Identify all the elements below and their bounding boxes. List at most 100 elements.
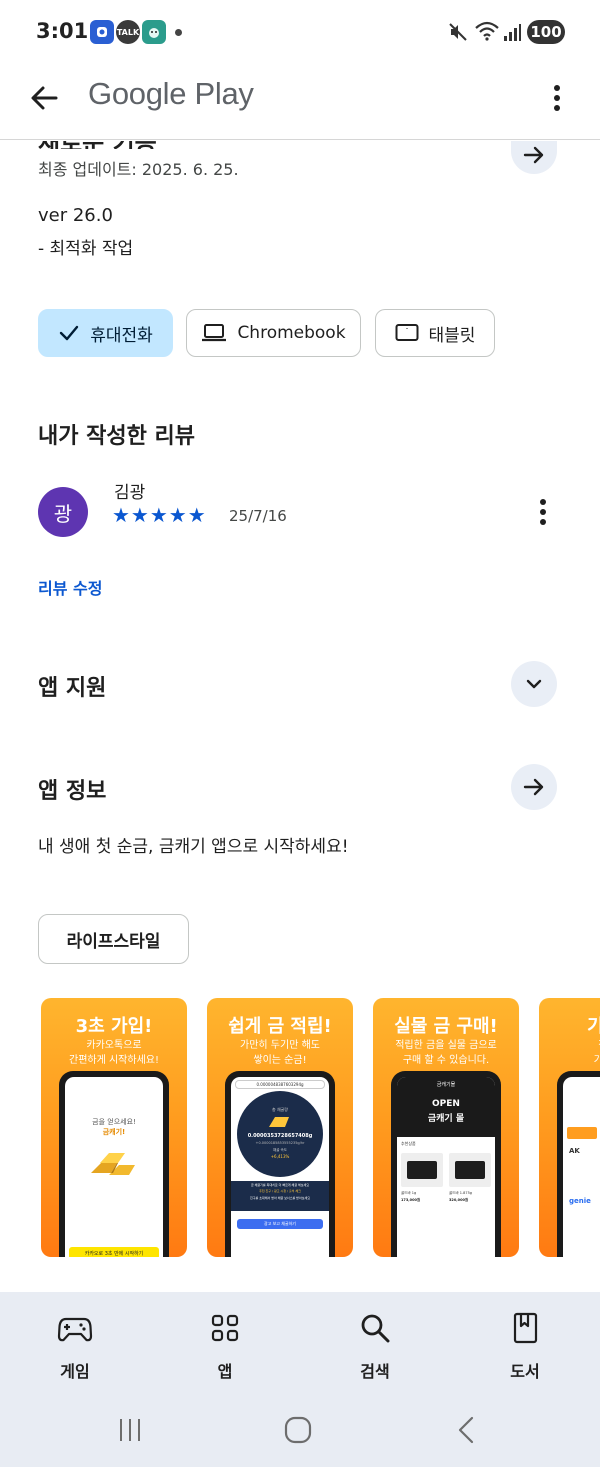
game-notification-icon: [142, 20, 166, 44]
tablet-icon: [395, 324, 419, 341]
app-description: 내 생애 첫 순금, 금캐기 앱으로 시작하세요!: [38, 837, 349, 857]
screen-text: 금 채굴기를 최대치로 더 빠르게 채굴 해보세요: [250, 1183, 310, 1187]
screen-top-value: 0.0000048387603294g: [235, 1080, 325, 1089]
screen-text: AK: [569, 1147, 580, 1155]
battery-indicator: 100: [527, 20, 565, 44]
nav-games-label: 게임: [60, 1362, 90, 1381]
screenshot-2[interactable]: 쉽게 금 적립! 가만히 두기만 해도 쌓이는 순금! 0.0000048387…: [207, 998, 353, 1257]
screenshot-title: 3초 가입!: [75, 1016, 153, 1037]
kakao-start-button: 카카오로 3초 만에 시작하기: [69, 1247, 159, 1257]
recent-apps-icon[interactable]: [116, 1417, 144, 1443]
app-support-title: 앱 지원: [38, 676, 107, 701]
version-text: ver 26.0: [38, 205, 113, 226]
battery-level: 100: [530, 23, 562, 41]
signal-icon: [504, 24, 521, 41]
my-review-title: 내가 작성한 리뷰: [38, 424, 195, 449]
screenshot-subtitle-line: 구매 할 수 있습니다.: [402, 1055, 490, 1066]
avatar: 광: [38, 487, 88, 537]
phone-screen: 금캐기몰 OPEN 금캐기 몰 추천상품 골드바 1g 골드바 1.875g 1…: [397, 1077, 495, 1257]
product-image: [401, 1153, 443, 1187]
screen-text: 금캐기!: [102, 1128, 126, 1136]
chip-phone[interactable]: 휴대전화: [38, 309, 173, 357]
edit-review-link[interactable]: 리뷰 수정: [38, 575, 102, 599]
phone-screen: 금을 얻으세요! 금캐기! 카카오로 3초 만에 시작하기: [65, 1077, 163, 1257]
whats-new-arrow-button[interactable]: [511, 141, 557, 174]
nav-books-label: 도서: [510, 1362, 540, 1381]
screen-text: 금캐기 몰: [427, 1114, 465, 1124]
arrow-forward-icon: [523, 778, 544, 796]
phone-mockup: AK genie: [557, 1071, 600, 1257]
system-back-icon[interactable]: [455, 1416, 477, 1444]
home-icon[interactable]: [284, 1416, 312, 1444]
chip-chromebook-label: Chromebook: [237, 323, 346, 343]
wifi-icon: [475, 21, 499, 41]
screenshot-subtitle: 적립한 금을 실물 금으로 구매 할 수 있습니다.: [373, 1038, 519, 1068]
watch-ad-button: 광고 보고 채굴하기: [237, 1219, 323, 1229]
reviewer-name: 김광: [114, 483, 146, 503]
status-bar: 3:01 TALK 100: [0, 0, 600, 66]
mall-banner: 금캐기몰 OPEN 금캐기 몰: [397, 1077, 495, 1137]
more-options-button[interactable]: [540, 80, 574, 116]
mining-circle: 총 채굴량 0.0000353728657408g +0.00001858535…: [237, 1091, 323, 1177]
screenshot-subtitle: 카카오톡으로 간편하게 시작하세요!: [41, 1038, 187, 1068]
screenshot-subtitle-line: 쌓이는 순금!: [253, 1055, 307, 1066]
screenshot-1[interactable]: 3초 가입! 카카오톡으로 간편하게 시작하세요! 금을 얻으세요! 금캐기! …: [41, 998, 187, 1257]
screenshot-3[interactable]: 실물 금 구매! 적립한 금을 실물 금으로 구매 할 수 있습니다. 금캐기몰…: [373, 998, 519, 1257]
status-time: 3:01: [36, 19, 89, 43]
app-title: Google Play: [88, 76, 254, 111]
review-more-button[interactable]: [530, 497, 556, 527]
check-icon: [60, 325, 79, 341]
screen-text: 173,000원: [401, 1198, 421, 1202]
screenshot-subtitle-line: 가만히 두기만 해도: [240, 1040, 320, 1051]
phone-screen: AK genie: [563, 1077, 600, 1257]
screenshot-subtitle: 적립한 기프티콘: [539, 1038, 600, 1068]
nav-apps-label: 앱: [217, 1362, 233, 1381]
screen-text: +0.0000185853555235g/hr: [255, 1141, 305, 1145]
screenshot-title: 쉽게 금 적립!: [228, 1016, 332, 1037]
app-support-expand-button[interactable]: [511, 661, 557, 707]
screen-value: 0.0000353728657408g: [247, 1133, 313, 1139]
chip-phone-label: 휴대전화: [90, 325, 153, 346]
screenshot-subtitle-line: 카카오톡으로: [86, 1040, 142, 1051]
phone-mockup: 0.0000048387603294g 총 채굴량 0.000035372865…: [225, 1071, 335, 1257]
app-bar: Google Play: [0, 66, 600, 140]
category-chip[interactable]: 라이프스타일: [38, 914, 189, 964]
chip-chromebook[interactable]: Chromebook: [186, 309, 361, 357]
nav-games[interactable]: 게임: [25, 1292, 125, 1397]
whats-new-heading-clip: 새로운 기능: [38, 141, 238, 149]
screen-text: +6,413%: [270, 1154, 290, 1159]
screen-text: 추천상품: [401, 1141, 416, 1146]
screenshot-4[interactable]: 기프티 적립한 기프티콘 AK genie: [539, 998, 600, 1257]
apps-grid-icon: [211, 1314, 239, 1342]
phone-screen: 0.0000048387603294g 총 채굴량 0.000035372865…: [231, 1077, 329, 1257]
screenshot-subtitle-line: 적립한: [539, 1038, 600, 1053]
product-image: [449, 1153, 491, 1187]
changelog-text: - 최적화 작업: [38, 239, 134, 259]
chevron-down-icon: [526, 679, 542, 689]
screen-text: genie: [569, 1197, 591, 1205]
last-updated-date: 최종 업데이트: 2025. 6. 25.: [38, 160, 239, 179]
more-vert-icon: [554, 85, 560, 111]
screen-text: OPEN: [432, 1099, 460, 1109]
bottom-navigation: 게임 앱 검색 도서: [0, 1292, 600, 1397]
app-notification-icon: [90, 20, 114, 44]
screen-text: 골드바 1g: [401, 1191, 417, 1195]
nav-apps[interactable]: 앱: [175, 1292, 275, 1397]
app-info-arrow-button[interactable]: [511, 764, 557, 810]
nav-search[interactable]: 검색: [325, 1292, 425, 1397]
chip-tablet[interactable]: 태블릿: [375, 309, 495, 357]
back-button[interactable]: [26, 80, 62, 116]
screenshot-subtitle: 가만히 두기만 해도 쌓이는 순금!: [207, 1038, 353, 1068]
book-icon: [513, 1312, 538, 1344]
screen-text: 금을 얻으세요!: [92, 1118, 136, 1126]
laptop-icon: [202, 324, 227, 342]
gold-bars-icon: [91, 1153, 135, 1175]
whats-new-heading: 새로운 기능: [38, 141, 157, 149]
category-label: 라이프스타일: [66, 931, 161, 952]
nav-books[interactable]: 도서: [475, 1292, 575, 1397]
review-date: 25/7/16: [229, 507, 287, 525]
more-notifications-dot: [175, 29, 182, 36]
mute-icon: [449, 23, 467, 41]
app-info-title: 앱 정보: [38, 779, 107, 804]
avatar-initial: 광: [53, 501, 73, 526]
